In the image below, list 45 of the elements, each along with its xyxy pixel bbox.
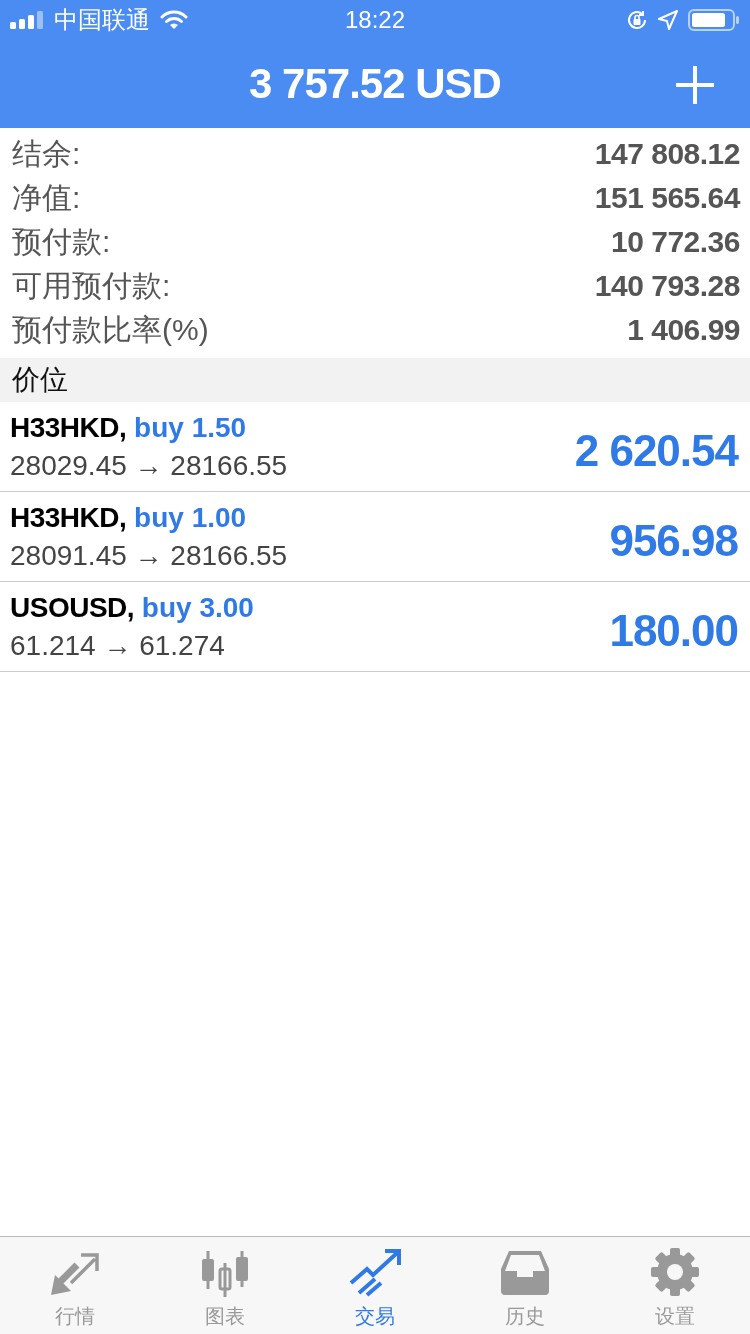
summary-value: 1 406.99 <box>627 313 740 347</box>
price-range: 61.214 → 61.274 <box>10 629 226 662</box>
profit-value: 180.00 <box>609 605 738 656</box>
summary-label: 结余: <box>12 135 81 172</box>
tab-item[interactable]: 设置 <box>600 1237 750 1334</box>
price-range: 28029.45 → 28166.55 <box>10 449 288 482</box>
symbol-name: USOUSD, <box>10 591 135 623</box>
summary-label: 预付款: <box>12 223 111 260</box>
summary-label: 净值: <box>12 179 81 216</box>
inbox-tray-icon <box>499 1249 551 1297</box>
order-volume: buy 1.00 <box>134 501 247 533</box>
summary-label: 可用预付款: <box>12 267 171 304</box>
profit-value: 956.98 <box>609 515 738 566</box>
carrier-name: 中国联通 <box>54 5 150 35</box>
position-row[interactable]: H33HKD, buy 1.50 28029.45 → 28166.55 2 620.54 <box>0 402 750 492</box>
section-header: 价位 <box>0 358 750 402</box>
symbol-name: H33HKD, <box>10 411 127 443</box>
rotation-lock-icon <box>626 9 648 31</box>
position-row[interactable]: USOUSD, buy 3.00 61.214 → 61.274 180.00 <box>0 582 750 672</box>
signal-icon <box>10 11 44 29</box>
location-icon <box>658 10 678 30</box>
price-range: 28091.45 → 28166.55 <box>10 539 288 572</box>
summary-value: 151 565.64 <box>594 181 740 215</box>
balance-title: 3 757.52 USD <box>249 60 501 108</box>
tab-item[interactable]: 交易 <box>300 1237 450 1334</box>
order-volume: buy 1.50 <box>134 411 247 443</box>
summary-value: 147 808.12 <box>594 137 740 171</box>
clock-time: 18:22 <box>344 6 406 34</box>
tab-item[interactable]: 行情 <box>0 1237 150 1334</box>
plus-icon <box>676 66 714 104</box>
candlestick-icon <box>200 1249 250 1297</box>
tab-item[interactable]: 图表 <box>150 1237 300 1334</box>
order-volume: buy 3.00 <box>141 591 254 623</box>
settings-icon <box>650 1247 700 1297</box>
tab-item[interactable]: 历史 <box>450 1237 600 1334</box>
trend-arrow-icon <box>349 1249 401 1297</box>
summary-value: 10 772.36 <box>611 225 740 259</box>
add-button[interactable] <box>674 64 716 106</box>
wifi-icon <box>160 10 188 30</box>
summary-label: 预付款比率(%) <box>12 311 209 348</box>
summary-value: 140 793.28 <box>594 269 740 303</box>
battery-icon <box>688 9 740 31</box>
profit-value: 2 620.54 <box>574 425 738 476</box>
symbol-name: H33HKD, <box>10 501 127 533</box>
position-row[interactable]: H33HKD, buy 1.00 28091.45 → 28166.55 956.98 <box>0 492 750 582</box>
